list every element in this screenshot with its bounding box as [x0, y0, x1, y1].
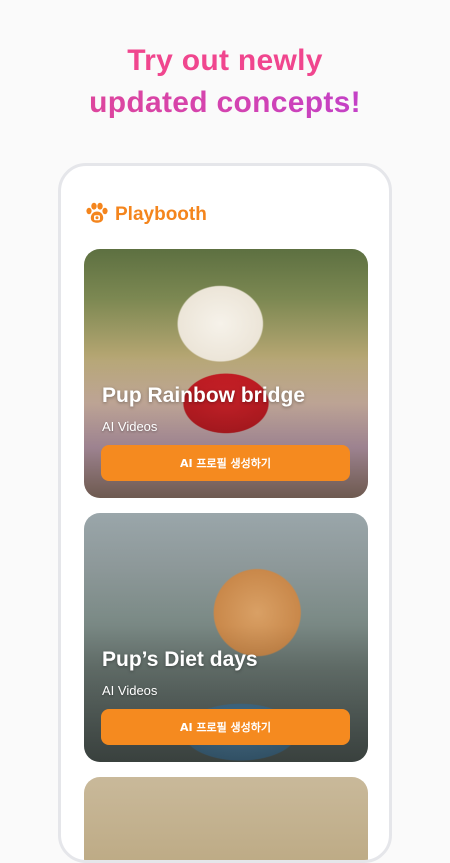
- concept-card[interactable]: Pup Rainbow bridge AI Videos AI 프로필 생성하기: [84, 249, 368, 498]
- app-header: Playbooth: [85, 202, 207, 228]
- card-subtitle: AI Videos: [102, 683, 158, 698]
- card-title: Pup’s Diet days: [102, 648, 258, 671]
- promo-headline: Try out newly updated concepts!: [0, 40, 450, 124]
- card-title: Pup Rainbow bridge: [102, 384, 305, 407]
- create-profile-button[interactable]: AI 프로필 생성하기: [101, 709, 350, 745]
- concept-card-partial[interactable]: [84, 777, 368, 860]
- create-profile-button[interactable]: AI 프로필 생성하기: [101, 445, 350, 481]
- card-subtitle: AI Videos: [102, 419, 158, 434]
- app-brand-name: Playbooth: [115, 204, 207, 225]
- concept-card[interactable]: Pup’s Diet days AI Videos AI 프로필 생성하기: [84, 513, 368, 762]
- phone-frame: Playbooth Pup Rainbow bridge AI Videos A…: [58, 163, 392, 863]
- paw-icon: [85, 202, 109, 229]
- headline-line-1: Try out newly: [127, 44, 323, 77]
- headline-line-2: updated concepts!: [0, 82, 450, 124]
